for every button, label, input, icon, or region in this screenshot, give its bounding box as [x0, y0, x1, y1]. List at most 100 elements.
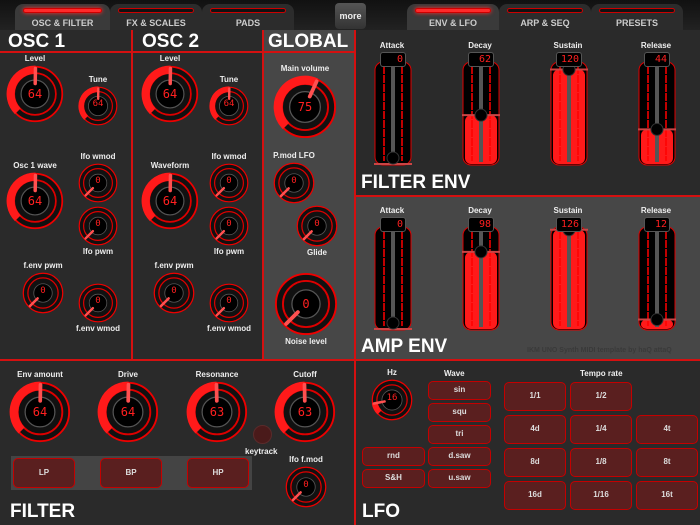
amp-env-decay-slider[interactable] — [462, 226, 500, 331]
filter-env-release-slider[interactable] — [638, 61, 676, 166]
more-button[interactable]: more — [335, 3, 366, 29]
knob-value: 75 — [297, 100, 313, 114]
slider-value: 44 — [644, 52, 670, 67]
tab-label: PADS — [235, 18, 261, 28]
tab-pads[interactable]: PADS — [202, 4, 294, 30]
slider-label: Attack — [379, 41, 405, 50]
tab-label: PRESETS — [615, 18, 658, 28]
knob-value: 0 — [226, 176, 232, 186]
tab-label: ENV & LFO — [428, 18, 477, 28]
knob-value: 0 — [95, 176, 101, 186]
tempo-rate-button[interactable]: 1/2 — [570, 382, 632, 411]
knob-label: lfo pwm — [213, 247, 245, 256]
knob-value: 64 — [223, 99, 235, 109]
tab-led — [599, 8, 675, 13]
slider-value: 120 — [556, 52, 582, 67]
tempo-rate-button[interactable]: 8t — [636, 448, 698, 477]
knob-label: lfo pwm — [82, 247, 114, 256]
knob-label: Osc 1 wave — [13, 161, 57, 170]
knob-value: 0 — [95, 296, 101, 306]
knob-value: 0 — [291, 176, 297, 186]
lfo-wave-usaw[interactable]: u.saw — [428, 469, 491, 488]
tab-presets[interactable]: PRESETS — [591, 4, 683, 30]
tab-label: ARP & SEQ — [520, 18, 570, 28]
slider-label: Release — [640, 206, 672, 215]
knob-value: 16 — [386, 393, 398, 403]
tempo-rate-button[interactable]: 8d — [504, 448, 566, 477]
lfo-wave-sin[interactable]: sin — [428, 381, 491, 400]
knob-label: Cutoff — [293, 370, 317, 379]
keytrack-toggle[interactable] — [253, 425, 272, 444]
filter-mode-bp[interactable]: BP — [100, 458, 162, 488]
tab-fx-scales[interactable]: FX & SCALES — [110, 4, 202, 30]
amp-env-title: AMP ENV — [361, 336, 448, 357]
knob-value: 64 — [27, 194, 43, 208]
filter-mode-lp[interactable]: LP — [13, 458, 75, 488]
divider — [0, 359, 700, 361]
filter-mode-hp[interactable]: HP — [187, 458, 249, 488]
knob-label: f.env pwm — [23, 261, 63, 270]
slider-value: 126 — [556, 217, 582, 232]
slider-label: Decay — [468, 41, 492, 50]
knob-value: 64 — [92, 99, 104, 109]
lfo-title: LFO — [362, 501, 400, 522]
tab-led — [118, 8, 194, 13]
lfo-wave-dsaw[interactable]: d.saw — [428, 447, 491, 466]
slider-value: 98 — [468, 217, 494, 232]
knob-label: Tune — [88, 75, 108, 84]
slider-label: Sustain — [553, 206, 583, 215]
knob-value: 0 — [302, 297, 310, 311]
credit-text: IKM UNO Synth MIDI template by haQ attaQ — [527, 347, 672, 354]
slider-value: 0 — [380, 217, 406, 232]
lfo-wave-squ[interactable]: squ — [428, 403, 491, 422]
tab-label: FX & SCALES — [126, 18, 186, 28]
tab-arp-seq[interactable]: ARP & SEQ — [499, 4, 591, 30]
knob-value: 0 — [226, 219, 232, 229]
tab-led — [23, 8, 102, 13]
knob-label: f.env wmod — [206, 324, 251, 333]
tempo-rate-button[interactable]: 1/1 — [504, 382, 566, 411]
tab-led — [210, 8, 286, 13]
knob-value: 64 — [27, 87, 43, 101]
slider-label: Sustain — [553, 41, 583, 50]
knob-label: Drive — [117, 370, 138, 379]
knob-label: Level — [24, 54, 46, 63]
knob-label: Waveform — [150, 161, 190, 170]
tab-label: OSC & FILTER — [31, 18, 94, 28]
knob-value: 64 — [162, 87, 178, 101]
amp-env-attack-slider[interactable] — [374, 226, 412, 331]
global-title: GLOBAL — [268, 31, 349, 52]
knob-value: 0 — [171, 286, 177, 296]
amp-env-release-slider[interactable] — [638, 226, 676, 331]
osc2-title: OSC 2 — [142, 31, 200, 52]
knob-label: f.env wmod — [75, 324, 120, 333]
tempo-rate-button[interactable]: 4d — [504, 415, 566, 444]
tab-osc-filter[interactable]: OSC & FILTER — [15, 4, 110, 30]
knob-label: Tune — [219, 75, 239, 84]
tempo-rate-button[interactable]: 16t — [636, 481, 698, 510]
knob-value: 63 — [209, 405, 225, 419]
filter-env-sustain-slider[interactable] — [550, 61, 588, 166]
tempo-rate-button[interactable]: 1/16 — [570, 481, 632, 510]
knob-label: Noise level — [285, 337, 327, 346]
tempo-rate-button[interactable]: 16d — [504, 481, 566, 510]
knob-value: 0 — [303, 480, 309, 490]
knob-value: 0 — [226, 296, 232, 306]
osc1-title: OSC 1 — [8, 31, 66, 52]
tempo-rate-button[interactable]: 1/8 — [570, 448, 632, 477]
lfo-wave-rnd[interactable]: rnd — [362, 447, 425, 466]
slider-label: Attack — [379, 206, 405, 215]
amp-env-sustain-slider[interactable] — [550, 223, 588, 331]
filter-env-attack-slider[interactable] — [374, 61, 412, 166]
knob-label: lfo f.mod — [289, 455, 323, 464]
tab-env-lfo[interactable]: ENV & LFO — [407, 4, 499, 30]
filter-env-decay-slider[interactable] — [462, 61, 500, 166]
filter-env-title: FILTER ENV — [361, 172, 471, 193]
tempo-rate-button[interactable]: 1/4 — [570, 415, 632, 444]
tempo-rate-button[interactable]: 4t — [636, 415, 698, 444]
slider-value: 0 — [380, 52, 406, 67]
lfo-wave-sh[interactable]: S&H — [362, 469, 425, 488]
slider-value: 12 — [644, 217, 670, 232]
lfo-wave-tri[interactable]: tri — [428, 425, 491, 444]
knob-value: 0 — [40, 286, 46, 296]
